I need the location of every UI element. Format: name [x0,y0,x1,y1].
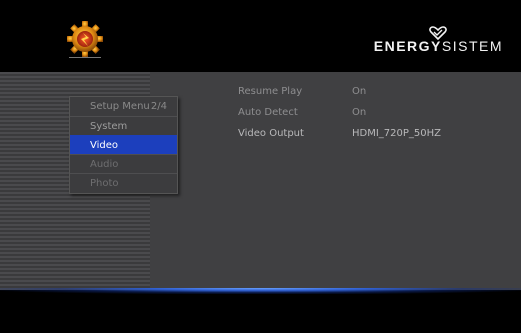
footer-bar [0,291,521,333]
gear-logo-icon [67,21,103,58]
tv-screen: ENERGYSISTEM Setup Menu 2/4 System Video… [0,0,521,333]
setting-label: Resume Play [238,86,303,97]
header-bar: ENERGYSISTEM [0,0,521,72]
setup-menu-title: Setup Menu [90,101,150,112]
menu-item-photo[interactable]: Photo [70,173,177,192]
setting-label: Video Output [238,128,304,139]
setup-menu-page: 2/4 [150,101,167,112]
brand-name-bold: ENERGY [373,38,442,54]
brand-name-light: SISTEM [441,38,503,54]
brand-logo: ENERGYSISTEM [374,26,503,60]
setting-value: HDMI_720P_50HZ [352,128,442,139]
setup-menu: Setup Menu 2/4 System Video Audio Photo [69,96,178,194]
setting-label: Auto Detect [238,107,298,118]
setup-menu-header: Setup Menu 2/4 [70,97,177,116]
settings-background [150,72,521,290]
setting-value: On [352,86,367,97]
footer-glow [0,288,521,294]
menu-item-audio[interactable]: Audio [70,154,177,173]
brand-name: ENERGYSISTEM [374,38,503,54]
menu-item-system[interactable]: System [70,116,177,135]
setting-value: On [352,107,367,118]
menu-item-video[interactable]: Video [70,135,177,154]
